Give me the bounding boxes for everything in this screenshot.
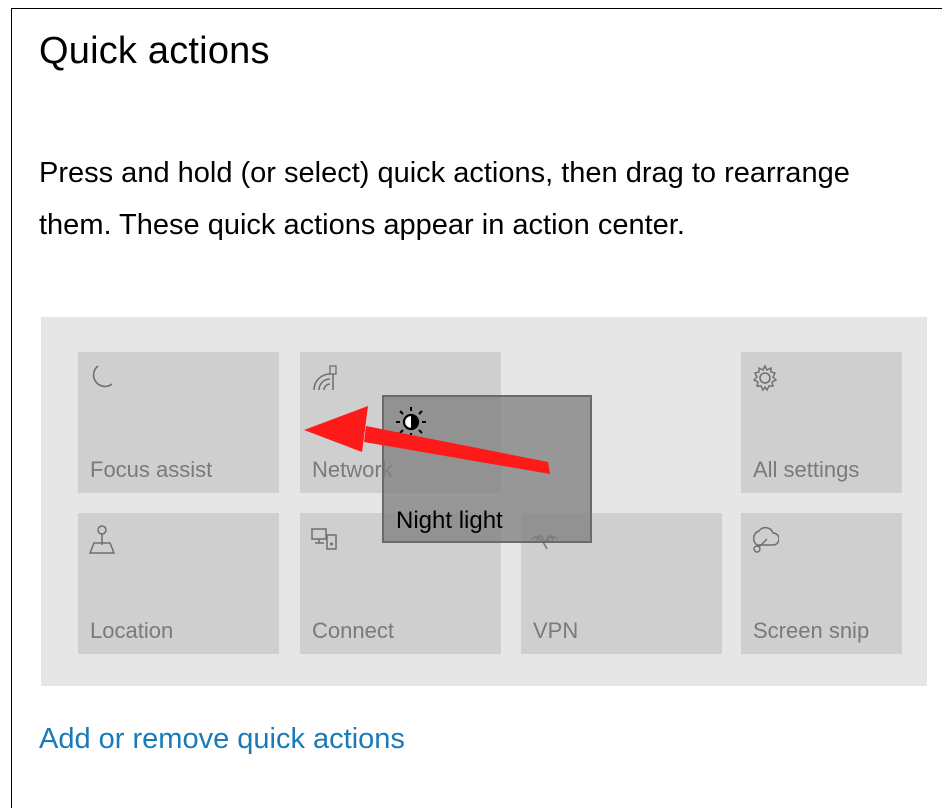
- screen-snip-icon: [751, 523, 779, 555]
- moon-icon: [88, 362, 116, 394]
- page-title: Quick actions: [39, 30, 270, 72]
- tile-all-settings[interactable]: All settings: [741, 352, 902, 493]
- tile-label: VPN: [533, 618, 579, 643]
- tile-focus-assist[interactable]: Focus assist: [78, 352, 279, 493]
- add-remove-quick-actions-link[interactable]: Add or remove quick actions: [39, 723, 405, 756]
- tile-label: Network: [312, 457, 393, 482]
- connect-icon: [310, 523, 338, 555]
- tile-label: Location: [90, 618, 174, 643]
- tile-label: Focus assist: [90, 457, 213, 482]
- tile-label: Screen snip: [753, 618, 870, 643]
- tile-screen-snip[interactable]: Screen snip: [741, 513, 902, 654]
- tile-location[interactable]: Location: [78, 513, 279, 654]
- tile-label: Night light: [396, 507, 503, 534]
- location-icon: [88, 523, 116, 555]
- gear-icon: [751, 362, 779, 394]
- tile-night-light-dragging[interactable]: Night light: [382, 395, 592, 543]
- sun-icon: [394, 405, 428, 439]
- tile-label: All settings: [753, 457, 860, 482]
- tile-label: Connect: [312, 618, 394, 643]
- network-icon: [310, 362, 338, 394]
- section-description: Press and hold (or select) quick actions…: [39, 157, 850, 241]
